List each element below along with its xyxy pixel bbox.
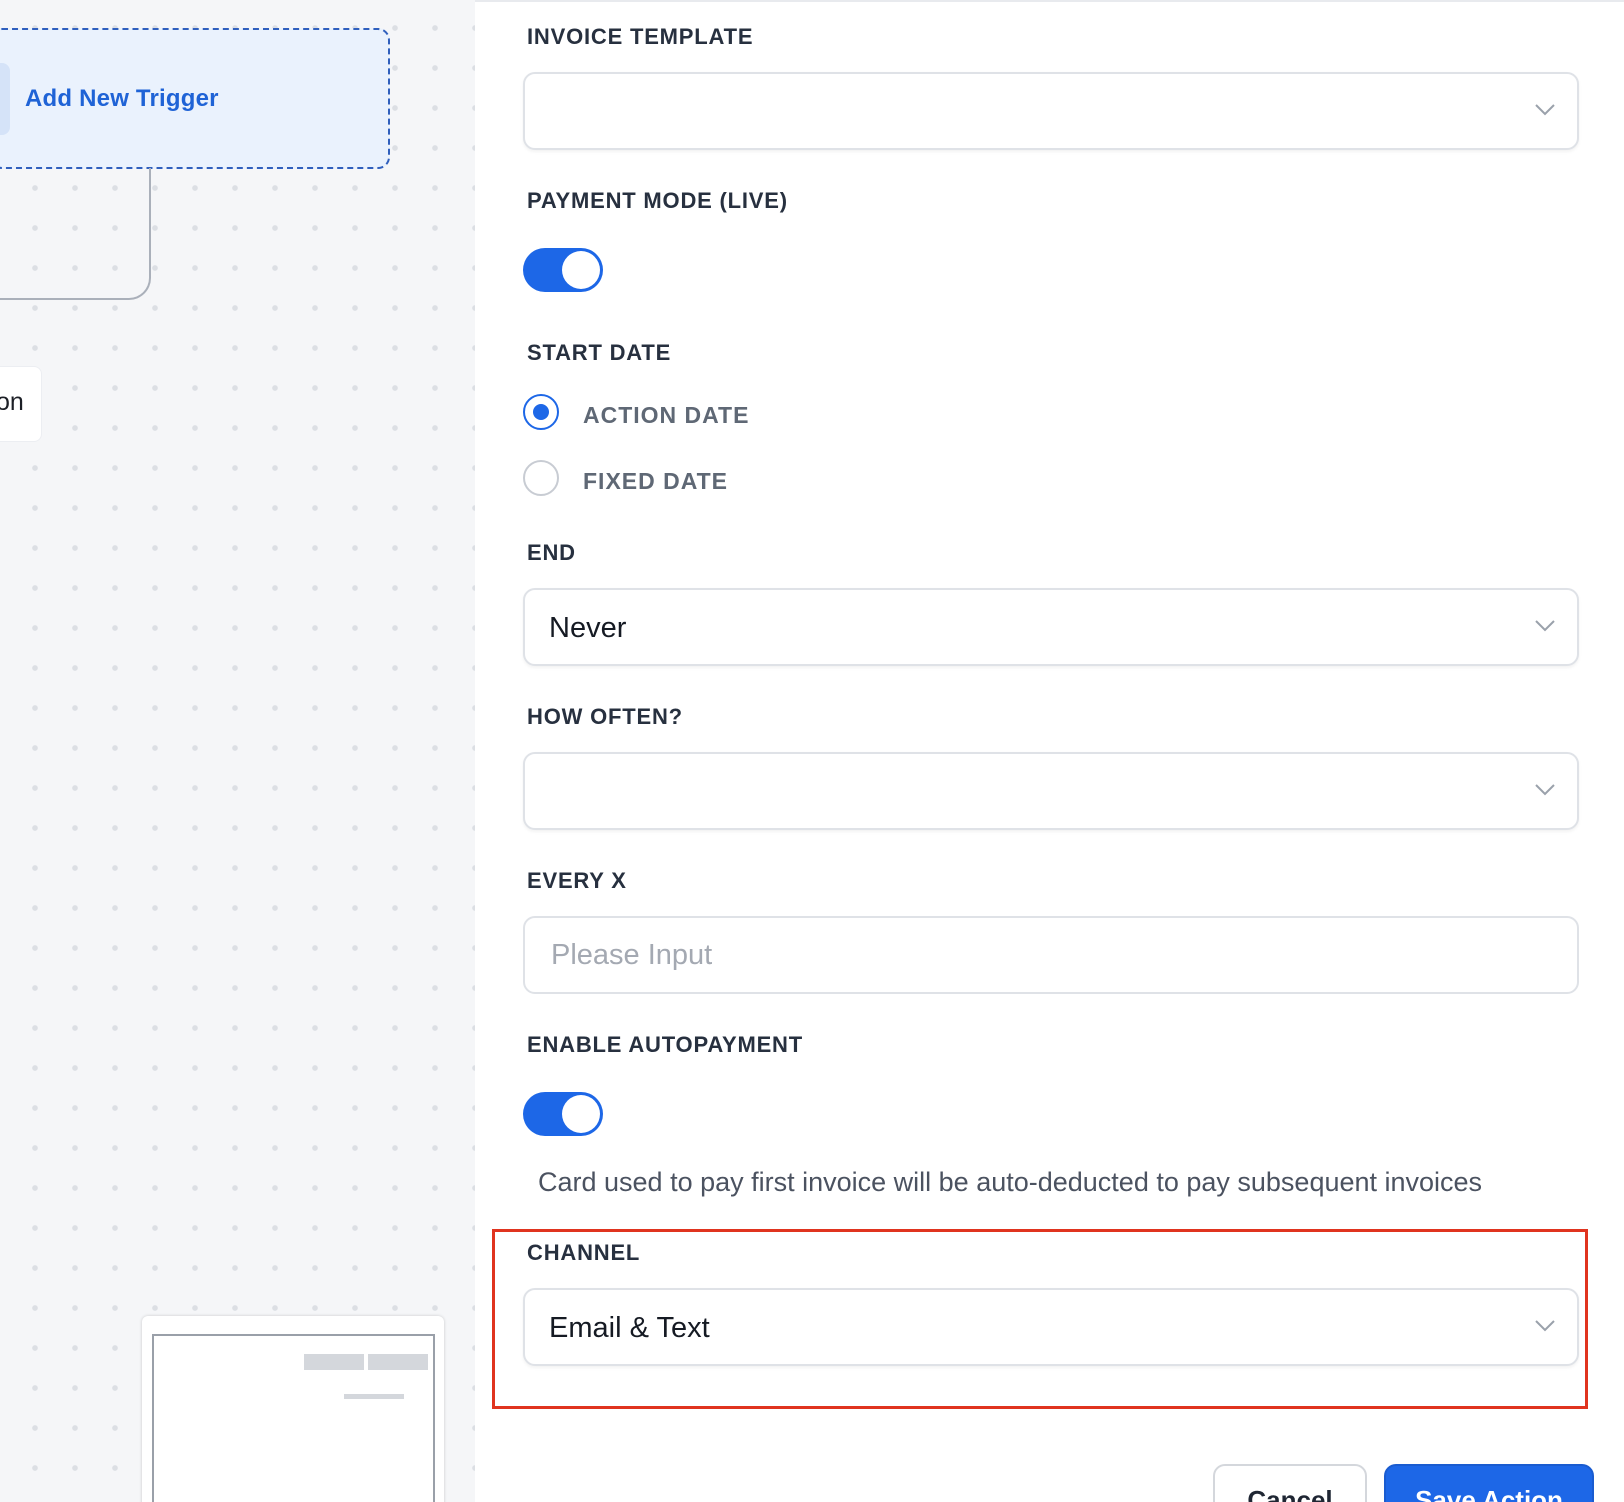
trigger-node-handle: [0, 63, 10, 135]
end-select-value: Never: [549, 612, 627, 644]
toggle-knob: [562, 251, 600, 289]
radio-action-date-label[interactable]: ACTION DATE: [583, 402, 749, 429]
chevron-down-icon: [1535, 620, 1555, 632]
autopayment-label: ENABLE AUTOPAYMENT: [527, 1032, 803, 1057]
workflow-connector-line: [0, 168, 151, 300]
save-action-button[interactable]: Save Action: [1384, 1464, 1594, 1502]
end-select[interactable]: Never: [523, 588, 1579, 666]
add-trigger-label[interactable]: Add New Trigger: [25, 85, 219, 113]
radio-fixed-date[interactable]: [523, 460, 559, 496]
autopayment-toggle[interactable]: [523, 1092, 603, 1136]
radio-selected-dot: [533, 404, 549, 420]
payment-mode-toggle[interactable]: [523, 248, 603, 292]
toggle-knob: [562, 1095, 600, 1133]
channel-label: CHANNEL: [527, 1240, 641, 1265]
how-often-select[interactable]: [523, 752, 1579, 830]
minimap-block: [304, 1354, 364, 1370]
channel-select[interactable]: Email & Text: [523, 1288, 1579, 1366]
radio-action-date[interactable]: [523, 394, 559, 430]
end-label: END: [527, 540, 576, 565]
invoice-template-select[interactable]: [523, 72, 1579, 150]
autopayment-helper-text: Card used to pay first invoice will be a…: [538, 1167, 1483, 1197]
minimap-line: [344, 1394, 404, 1399]
invoice-template-label: INVOICE TEMPLATE: [527, 24, 754, 49]
chevron-down-icon: [1535, 784, 1555, 796]
radio-fixed-date-label[interactable]: FIXED DATE: [583, 468, 728, 495]
minimap-viewport[interactable]: [152, 1334, 435, 1502]
channel-select-value: Email & Text: [549, 1312, 710, 1344]
action-node-label: on: [0, 388, 24, 416]
start-date-label: START DATE: [527, 340, 672, 365]
payment-mode-label: PAYMENT MODE (LIVE): [527, 188, 788, 213]
workflow-canvas[interactable]: Add New Trigger on: [0, 0, 475, 1502]
chevron-down-icon: [1535, 1320, 1555, 1332]
every-x-input[interactable]: [523, 916, 1579, 994]
minimap-block: [368, 1354, 428, 1370]
chevron-down-icon: [1535, 104, 1555, 116]
how-often-label: HOW OFTEN?: [527, 704, 683, 729]
cancel-button[interactable]: Cancel: [1213, 1464, 1367, 1502]
canvas-minimap[interactable]: [142, 1316, 444, 1502]
every-x-label: EVERY X: [527, 868, 627, 893]
action-settings-panel: INVOICE TEMPLATE PAYMENT MODE (LIVE) STA…: [475, 0, 1624, 1502]
